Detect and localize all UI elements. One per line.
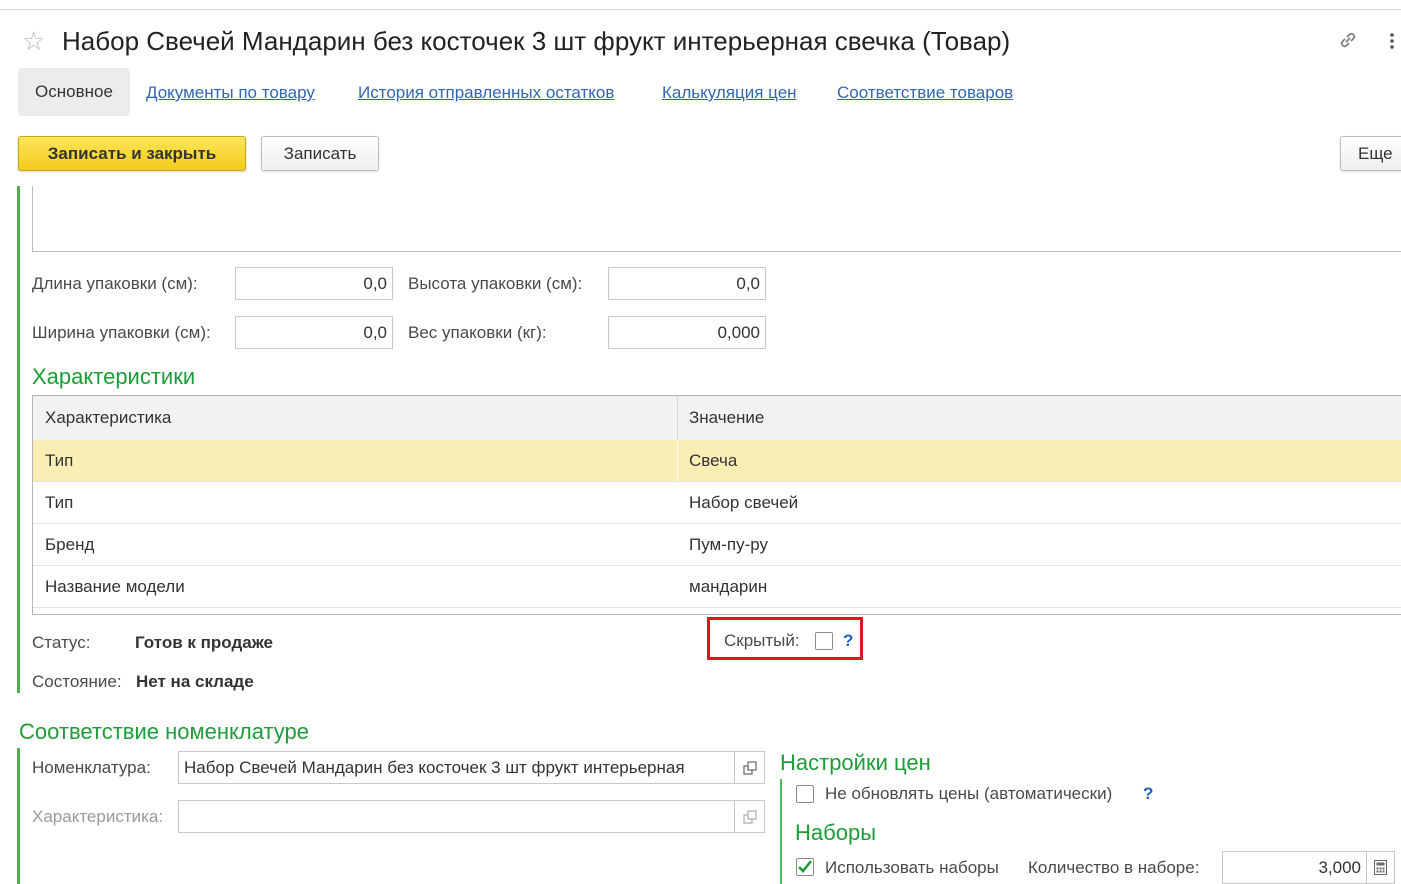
cell-characteristic: Тип xyxy=(45,492,74,512)
column-header-characteristic[interactable]: Характеристика xyxy=(45,396,171,440)
more-button[interactable]: Еще xyxy=(1340,136,1401,171)
no-update-prices-checkbox[interactable] xyxy=(796,785,814,803)
open-nomenclature-button[interactable] xyxy=(735,751,765,784)
save-and-close-button[interactable]: Записать и закрыть xyxy=(18,136,246,171)
state-label: Состояние: xyxy=(32,672,122,691)
package-width-label: Ширина упаковки (см): xyxy=(32,323,211,342)
column-divider xyxy=(677,440,678,481)
no-update-help-icon[interactable]: ? xyxy=(1143,784,1153,804)
nomenclature-title: Соответствие номенклатуре xyxy=(19,719,310,744)
nomenclature-characteristic-label: Характеристика: xyxy=(32,807,164,826)
column-header-value[interactable]: Значение xyxy=(689,396,764,440)
set-quantity-label: Количество в наборе: xyxy=(1028,858,1200,877)
no-update-prices-label[interactable]: Не обновлять цены (автоматически) xyxy=(825,784,1112,804)
group-indicator xyxy=(780,779,782,884)
tab-product-documents[interactable]: Документы по товару xyxy=(146,83,315,103)
state-value: Нет на складе xyxy=(136,672,254,691)
package-height-field[interactable]: 0,0 xyxy=(608,267,766,300)
status-label: Статус: xyxy=(32,633,91,652)
tab-product-matching[interactable]: Соответствие товаров xyxy=(837,83,1013,103)
calculator-button[interactable] xyxy=(1367,851,1395,884)
sets-title: Наборы xyxy=(795,820,877,845)
nomenclature-label: Номенклатура: xyxy=(32,758,151,777)
use-sets-label[interactable]: Использовать наборы xyxy=(825,858,999,878)
cell-characteristic: Название модели xyxy=(45,576,185,596)
package-height-label: Высота упаковки (см): xyxy=(408,274,583,293)
hidden-label: Скрытый: xyxy=(724,631,800,650)
cell-characteristic: Бренд xyxy=(45,534,95,554)
open-window-icon xyxy=(742,809,757,824)
favorite-star-icon[interactable]: ☆ xyxy=(22,26,45,56)
package-weight-label: Вес упаковки (кг): xyxy=(408,323,547,342)
cell-value: Пум-пу-ру xyxy=(689,534,769,554)
tab-stock-history[interactable]: История отправленных остатков xyxy=(358,83,614,103)
group-indicator xyxy=(17,186,20,693)
open-window-icon xyxy=(742,760,757,775)
save-button[interactable]: Записать xyxy=(261,136,379,171)
nomenclature-characteristic-field[interactable] xyxy=(178,800,735,833)
table-row[interactable]: Название модели мандарин xyxy=(33,566,1401,608)
column-divider xyxy=(677,396,678,440)
cell-value: Свеча xyxy=(689,450,738,470)
package-weight-field[interactable]: 0,000 xyxy=(608,316,766,349)
tab-main[interactable]: Основное xyxy=(18,68,130,116)
package-width-field[interactable]: 0,0 xyxy=(235,316,393,349)
package-length-label: Длина упаковки (см): xyxy=(32,274,198,293)
more-menu-icon[interactable] xyxy=(1387,30,1397,52)
hidden-checkbox[interactable] xyxy=(815,632,833,650)
set-quantity-field[interactable]: 3,000 xyxy=(1222,851,1367,884)
table-header: Характеристика Значение xyxy=(33,396,1401,441)
cell-value: Набор свечей xyxy=(689,492,799,512)
characteristics-table: Характеристика Значение Тип Свеча Тип На… xyxy=(32,395,1401,615)
description-textarea[interactable] xyxy=(32,186,1401,252)
group-indicator xyxy=(17,748,20,884)
table-row[interactable]: Бренд Пум-пу-ру xyxy=(33,524,1401,566)
use-sets-checkbox[interactable] xyxy=(796,858,814,876)
window-title: Набор Свечей Мандарин без косточек 3 шт … xyxy=(62,26,1011,56)
checkmark-icon xyxy=(798,860,813,873)
link-icon[interactable] xyxy=(1336,28,1360,52)
table-row[interactable]: Тип Свеча xyxy=(33,440,1401,482)
table-row[interactable]: Тип Набор свечей xyxy=(33,482,1401,524)
nomenclature-field[interactable]: Набор Свечей Мандарин без косточек 3 шт … xyxy=(178,751,735,784)
package-length-field[interactable]: 0,0 xyxy=(235,267,393,300)
price-settings-title: Настройки цен xyxy=(780,750,931,775)
cell-characteristic: Тип xyxy=(45,450,74,470)
top-divider xyxy=(0,9,1401,10)
tab-price-calculation[interactable]: Калькуляция цен xyxy=(662,83,797,103)
characteristics-title: Характеристики xyxy=(32,364,196,389)
hidden-help-icon[interactable]: ? xyxy=(843,631,853,651)
cell-value: мандарин xyxy=(689,576,768,596)
status-value: Готов к продаже xyxy=(135,633,273,652)
open-characteristic-button[interactable] xyxy=(735,800,765,833)
calculator-icon xyxy=(1374,860,1387,875)
